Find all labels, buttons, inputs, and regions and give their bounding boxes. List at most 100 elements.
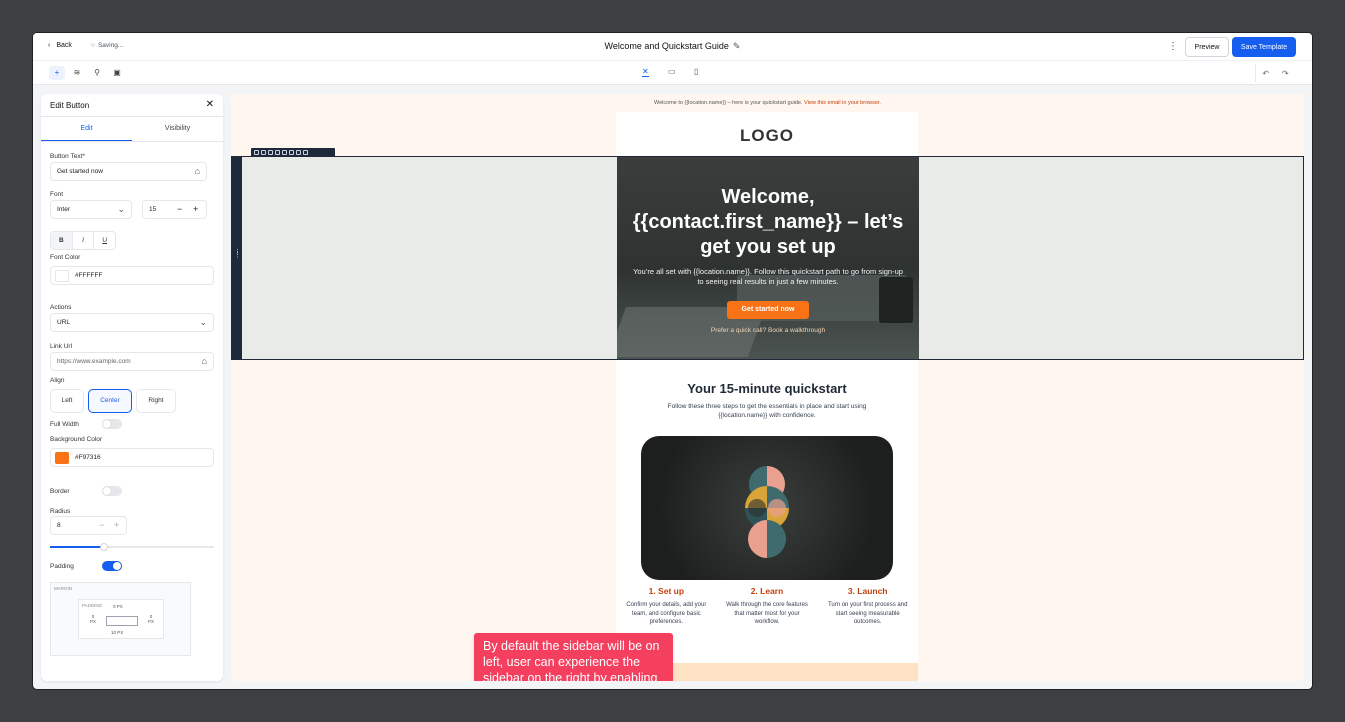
columns-icon[interactable] [282,150,287,155]
tag-icon[interactable]: ⌂ [202,356,207,366]
padding-box-label: PADDING [82,603,103,608]
preheader-text: Welcome to {{location.name}} – here is y… [654,100,805,106]
quickstart-title[interactable]: Your 15-minute quickstart [616,381,918,396]
panel-header: Edit Button ✕ [41,94,223,117]
font-color-value: #FFFFFF [75,272,103,279]
step-set-up[interactable]: 1. Set up Confirm your details, add your… [616,586,717,627]
save-template-button[interactable]: Save Template [1232,37,1296,57]
font-color-field[interactable]: #FFFFFF [50,266,214,285]
panel-title: Edit Button [50,101,90,110]
step-text: Confirm your details, add your team, and… [626,602,707,625]
align-right-button[interactable]: Right [136,389,176,413]
sidebar-info-note: By default the sidebar will be on left, … [474,633,673,681]
save-icon[interactable] [289,150,294,155]
hero-heading[interactable]: Welcome, {{contact.first_name}} – let’s … [617,185,919,260]
hero-cta-button[interactable]: Get started now [727,301,809,319]
hero-body[interactable]: You’re all set with {{location.name}}. F… [629,267,907,287]
plus-icon[interactable]: + [114,520,119,530]
text-format-group: B I U [50,231,116,250]
font-color-swatch[interactable] [55,270,69,282]
step-learn[interactable]: 2. Learn Walk through the core features … [717,586,818,627]
actions-select[interactable]: URL ⌄ [50,313,214,332]
plus-icon[interactable]: + [49,66,65,80]
background-color-label: Background Color [50,436,103,443]
radius-value: 8 [57,522,61,529]
panel-tabs: Edit Visibility [41,117,223,142]
template-icon[interactable]: ▣ [109,66,125,80]
arrow-down-icon[interactable] [268,150,273,155]
quickstart-illustration[interactable] [641,436,893,580]
redo-icon[interactable]: ↷ [1282,69,1289,78]
border-label: Border [50,488,70,495]
paint-icon[interactable]: ⚲ [89,66,105,80]
tab-edit[interactable]: Edit [41,117,132,141]
align-left-button[interactable]: Left [50,389,84,413]
padding-left-value[interactable]: 0 PX [87,614,99,624]
padding-bottom-value[interactable]: 10 PX [111,630,123,635]
radius-slider-handle[interactable] [100,543,109,551]
delete-icon[interactable] [296,150,301,155]
logo[interactable]: LOGO [616,126,918,146]
hero-block[interactable]: Welcome, {{contact.first_name}} – let’s … [617,157,919,359]
radius-slider[interactable] [50,543,214,551]
tab-visibility[interactable]: Visibility [132,117,223,141]
view-in-browser-link[interactable]: View this email in your browser. [804,100,881,106]
align-center-button[interactable]: Center [88,389,132,413]
plus-icon[interactable]: + [193,204,198,214]
spacing-box: MARGIN PADDING 0 PX 0 PX 0 PX 10 PX [50,582,191,656]
link-url-placeholder: https://www.example.com [57,358,131,365]
background-color-field[interactable]: #F97316 [50,448,214,467]
font-value: Inter [57,206,71,213]
font-select[interactable]: Inter ⌄ [50,200,132,219]
font-label: Font [50,191,64,198]
italic-button[interactable]: I [73,232,95,249]
more-options-icon[interactable]: ⋮ [1168,41,1178,52]
background-color-swatch[interactable] [55,452,69,464]
hero-row-selected[interactable]: ⋮ ⋮ Welcome, {{contact.first_name}} – let… [231,156,1304,360]
email-canvas: Welcome to {{location.name}} – here is y… [231,94,1304,681]
full-width-label: Full Width [50,421,79,428]
abstract-shapes-image [745,466,789,558]
padding-top-value[interactable]: 0 PX [113,604,123,609]
font-size-value: 15 [149,206,157,213]
template-title[interactable]: Welcome and Quickstart Guide ✎ [33,41,1312,52]
desktop-icon[interactable]: ▭ [668,67,676,76]
border-toggle[interactable] [102,486,122,496]
padding-right-value[interactable]: 0 PX [145,614,157,624]
padding-toggle[interactable] [102,561,122,571]
undo-icon[interactable]: ↶ [1262,69,1269,78]
tag-icon[interactable]: ⌂ [195,166,200,176]
walkthrough-link[interactable]: Prefer a quick call? Book a walkthrough [617,327,919,334]
arrow-up-icon[interactable] [261,150,266,155]
step-text: Turn on your first process and start see… [827,602,908,625]
row-drag-handle[interactable]: ⋮ ⋮ [232,157,242,359]
tools-icon[interactable]: ✕ [642,67,649,77]
quickstart-steps: 1. Set up Confirm your details, add your… [616,586,918,627]
layers-icon[interactable]: ≋ [69,66,85,80]
link-url-label: Link Url [50,343,73,350]
move-icon[interactable] [254,150,259,155]
quickstart-subtitle[interactable]: Follow these three steps to get the esse… [643,402,891,420]
full-width-toggle[interactable] [102,419,122,429]
step-launch[interactable]: 3. Launch Turn on your first process and… [817,586,918,627]
link-url-input[interactable]: https://www.example.com ⌂ [50,352,214,371]
preview-button[interactable]: Preview [1185,37,1229,57]
mobile-icon[interactable]: ▯ [694,67,698,76]
editor-toolbar: + ≋ ⚲ ▣ ✕ ▭ ▯ ↶ ↷ [33,61,1312,85]
underline-button[interactable]: U [94,232,115,249]
bold-button[interactable]: B [51,232,73,249]
font-size-stepper[interactable]: 15 − + [142,200,207,219]
close-icon[interactable]: ✕ [206,99,214,110]
settings-icon[interactable] [303,150,308,155]
copy-icon[interactable] [275,150,280,155]
radius-stepper[interactable]: 8 − + [50,516,127,535]
preheader: Welcome to {{location.name}} – here is y… [231,100,1304,106]
pencil-icon[interactable]: ✎ [733,41,741,51]
minus-icon[interactable]: − [99,520,104,530]
margin-box-label: MARGIN [54,586,72,591]
padding-label: Padding [50,563,74,570]
padding-box: PADDING 0 PX 0 PX 0 PX 10 PX [78,599,164,639]
button-text-field[interactable]: Get started now ⌂ [50,162,207,181]
button-text-label: Button Text* [50,153,85,160]
minus-icon[interactable]: − [177,204,182,214]
